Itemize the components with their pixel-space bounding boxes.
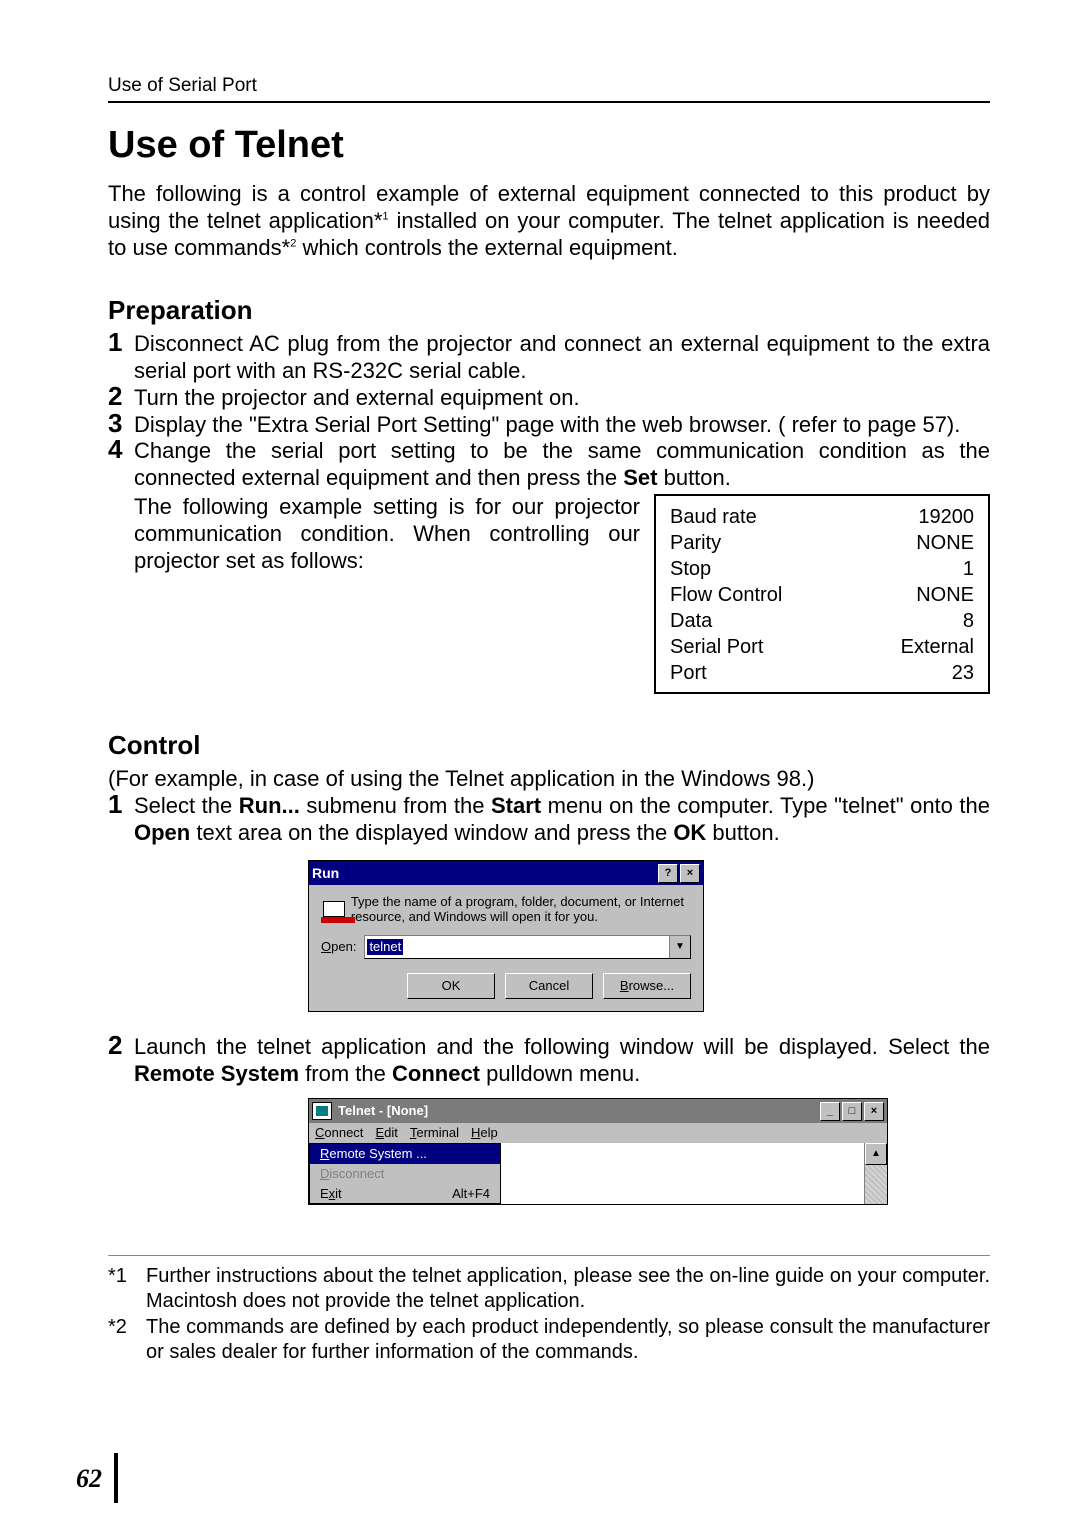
running-header: Use of Serial Port [108,74,990,103]
ok-button[interactable]: OK [407,973,495,999]
telnet-window: Telnet - [None] _ □ × Connect Edit Termi… [308,1098,888,1205]
run-icon [321,895,341,925]
menu-edit[interactable]: Edit [375,1125,397,1141]
scroll-track[interactable] [865,1165,887,1205]
maximize-icon[interactable]: □ [842,1102,862,1121]
ctrl-step-1: Select the Run... submenu from the Start… [108,793,990,847]
footnote-2: *2 The commands are defined by each prod… [108,1315,990,1364]
open-combobox[interactable]: telnet ▼ [364,935,691,959]
connect-label: Connect [392,1061,480,1086]
scrollbar-vertical[interactable]: ▲ [864,1143,887,1205]
menu-help[interactable]: Help [471,1125,498,1141]
telnet-title-text: Telnet - [None] [338,1103,428,1119]
footnote-divider [108,1255,990,1256]
heading-main: Use of Telnet [108,125,990,167]
setting-port: Port23 [670,660,974,686]
pd-exit-shortcut: Alt+F4 [452,1186,490,1202]
close-icon[interactable]: × [680,864,700,883]
pd-exit[interactable]: Exit Alt+F4 [310,1184,500,1204]
intro-paragraph: The following is a control example of ex… [108,181,990,261]
prep-step-2: Turn the projector and external equipmen… [108,385,990,412]
preparation-steps: Disconnect AC plug from the projector an… [108,331,990,492]
pd-remote-system[interactable]: Remote System ... [310,1144,500,1164]
start-label: Start [491,793,541,818]
run-titlebar[interactable]: Run ? × [309,861,703,885]
menu-connect[interactable]: Connect [315,1125,363,1141]
control-steps: Select the Run... submenu from the Start… [108,793,990,847]
prep-step-3: Display the "Extra Serial Port Setting" … [108,412,990,439]
menu-terminal[interactable]: Terminal [410,1125,459,1141]
open-label: Open [134,820,190,845]
chevron-down-icon[interactable]: ▼ [669,936,690,958]
telnet-menubar: Connect Edit Terminal Help [309,1123,887,1143]
heading-preparation: Preparation [108,295,990,327]
open-field-label: Open: [321,939,356,955]
run-description: Type the name of a program, folder, docu… [351,895,691,925]
telnet-app-icon [312,1102,332,1120]
heading-control: Control [108,730,990,762]
setting-stop: Stop1 [670,556,974,582]
remote-system-label: Remote System [134,1061,299,1086]
page-number-bar [114,1453,118,1503]
prep-step-4: Change the serial port setting to be the… [108,438,990,492]
set-label: Set [623,465,657,490]
browse-button[interactable]: Browse... [603,973,691,999]
run-dialog: Run ? × Type the name of a program, fold… [308,860,704,1012]
close-icon[interactable]: × [864,1102,884,1121]
prep4-followup: The following example setting is for our… [108,494,640,574]
open-value: telnet [367,939,403,955]
footnote-1: *1 Further instructions about the telnet… [108,1264,990,1313]
setting-data: Data8 [670,608,974,634]
setting-baud: Baud rate19200 [670,504,974,530]
minimize-icon[interactable]: _ [820,1102,840,1121]
page-number: 62 [76,1463,102,1495]
help-icon[interactable]: ? [658,864,678,883]
setting-flow: Flow ControlNONE [670,582,974,608]
cancel-button[interactable]: Cancel [505,973,593,999]
intro-c: which controls the external equipment. [296,235,678,260]
serial-settings-table: Baud rate19200 ParityNONE Stop1 Flow Con… [654,494,990,694]
setting-parity: ParityNONE [670,530,974,556]
run-title-text: Run [312,865,339,882]
setting-serialport: Serial PortExternal [670,634,974,660]
prep-step-1: Disconnect AC plug from the projector an… [108,331,990,385]
scroll-up-icon[interactable]: ▲ [865,1143,887,1165]
ctrl-step-2: Launch the telnet application and the fo… [108,1034,990,1088]
control-steps-2: Launch the telnet application and the fo… [108,1034,990,1088]
prep4-b: button. [657,465,730,490]
run-label: Run... [239,793,300,818]
pd-disconnect: Disconnect [310,1164,500,1184]
telnet-titlebar[interactable]: Telnet - [None] _ □ × [309,1099,887,1123]
prep4-a: Change the serial port setting to be the… [134,438,990,490]
connect-pulldown: Remote System ... Disconnect Exit Alt+F4 [309,1143,501,1205]
ok-label: OK [673,820,706,845]
telnet-client-area [501,1143,864,1205]
control-intro: (For example, in case of using the Telne… [108,766,990,793]
